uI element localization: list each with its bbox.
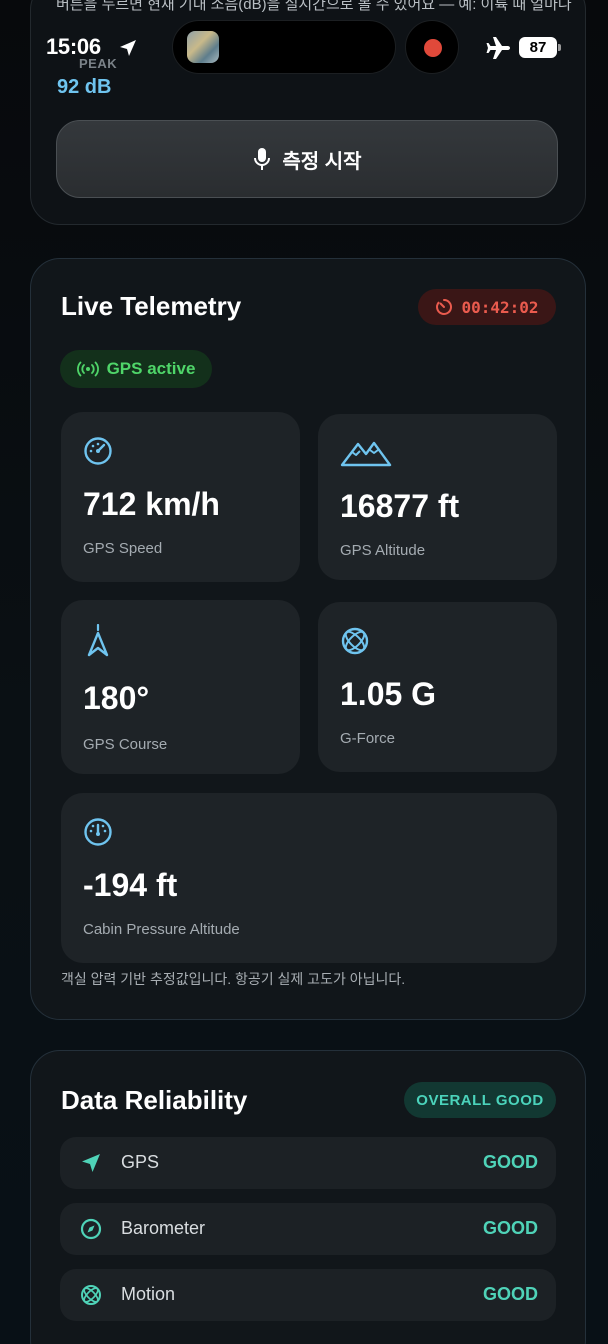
reliability-name: Barometer	[121, 1218, 206, 1238]
tile-gps-speed[interactable]: 712 km/h GPS Speed	[61, 412, 300, 582]
telemetry-card: Live Telemetry 00:42:02 GPS active 712 k…	[30, 258, 586, 1020]
gauge-icon	[84, 818, 112, 846]
flight-timer: 00:42:02	[461, 297, 539, 317]
gps-altitude-value: 16877 ft	[340, 488, 460, 524]
timer-icon	[436, 298, 453, 315]
now-playing-thumbnail[interactable]	[187, 31, 219, 63]
mountains-icon	[340, 441, 392, 467]
reliability-name: Motion	[121, 1284, 176, 1304]
flight-timer-badge: 00:42:02	[418, 289, 556, 325]
gps-course-label: GPS Course	[83, 736, 168, 753]
g-force-value: 1.05 G	[340, 676, 437, 712]
reliability-status: GOOD	[482, 1284, 538, 1304]
reliability-name: GPS	[121, 1152, 160, 1172]
reliability-status: GOOD	[482, 1218, 538, 1238]
reliability-title: Data Reliability	[61, 1085, 248, 1115]
cabin-pressure-altitude-label: Cabin Pressure Altitude	[83, 921, 240, 938]
signal-wave-icon	[76, 361, 99, 377]
location-arrow-icon	[120, 40, 136, 56]
gps-speed-value: 712 km/h	[83, 486, 220, 522]
dynamic-island[interactable]	[172, 20, 396, 74]
peak-value: 92 dB	[57, 76, 112, 98]
app-screen: 버튼을 누르면 현재 기내 소음(dB)을 실시간으로 볼 수 있어요 — 예:…	[0, 0, 608, 1344]
start-measure-button[interactable]: 측정 시작	[56, 120, 558, 198]
status-time: 15:06	[46, 34, 101, 59]
intro-text: 버튼을 누르면 현재 기내 소음(dB)을 실시간으로 볼 수 있어요 — 예:…	[56, 0, 576, 13]
speedometer-icon	[84, 437, 112, 465]
microphone-icon	[254, 148, 271, 170]
data-reliability-card: Data Reliability OVERALL GOOD GPS GOOD B…	[30, 1050, 586, 1344]
cabin-pressure-altitude-value: -194 ft	[83, 867, 178, 903]
compass-icon	[80, 1218, 102, 1240]
tile-gps-course[interactable]: 180° GPS Course	[61, 600, 300, 774]
record-dot-icon	[424, 39, 442, 57]
gps-status-badge: GPS active	[60, 350, 212, 388]
tile-cabin-pressure-altitude[interactable]: -194 ft Cabin Pressure Altitude	[61, 793, 557, 963]
g-force-label: G-Force	[340, 730, 396, 747]
reliability-status: GOOD	[482, 1152, 538, 1172]
battery-level: 87	[519, 37, 557, 58]
compass-needle-icon	[87, 624, 109, 657]
overall-status-badge: OVERALL GOOD	[404, 1082, 556, 1118]
airplane-mode-icon	[486, 37, 510, 59]
telemetry-title: Live Telemetry	[61, 291, 242, 321]
tile-gps-altitude[interactable]: 16877 ft GPS Altitude	[318, 414, 557, 580]
gps-course-value: 180°	[83, 680, 150, 716]
tile-g-force[interactable]: 1.05 G G-Force	[318, 602, 557, 772]
reliability-row-motion[interactable]: Motion GOOD	[60, 1269, 556, 1321]
battery-nub	[558, 44, 561, 51]
reliability-row-gps[interactable]: GPS GOOD	[60, 1137, 556, 1189]
recording-indicator[interactable]	[405, 20, 459, 74]
gps-altitude-label: GPS Altitude	[340, 542, 426, 559]
start-measure-label: 측정 시작	[282, 150, 362, 173]
reliability-row-barometer[interactable]: Barometer GOOD	[60, 1203, 556, 1255]
gyroscope-icon	[341, 627, 369, 655]
overall-status-text: OVERALL GOOD	[416, 1091, 544, 1109]
gyroscope-icon	[81, 1285, 101, 1305]
cabin-pressure-note: 객실 압력 기반 추정값입니다. 항공기 실제 고도가 아닙니다.	[61, 971, 406, 987]
gps-speed-label: GPS Speed	[83, 540, 163, 557]
gps-status-text: GPS active	[106, 359, 196, 378]
location-arrow-icon	[82, 1154, 100, 1172]
